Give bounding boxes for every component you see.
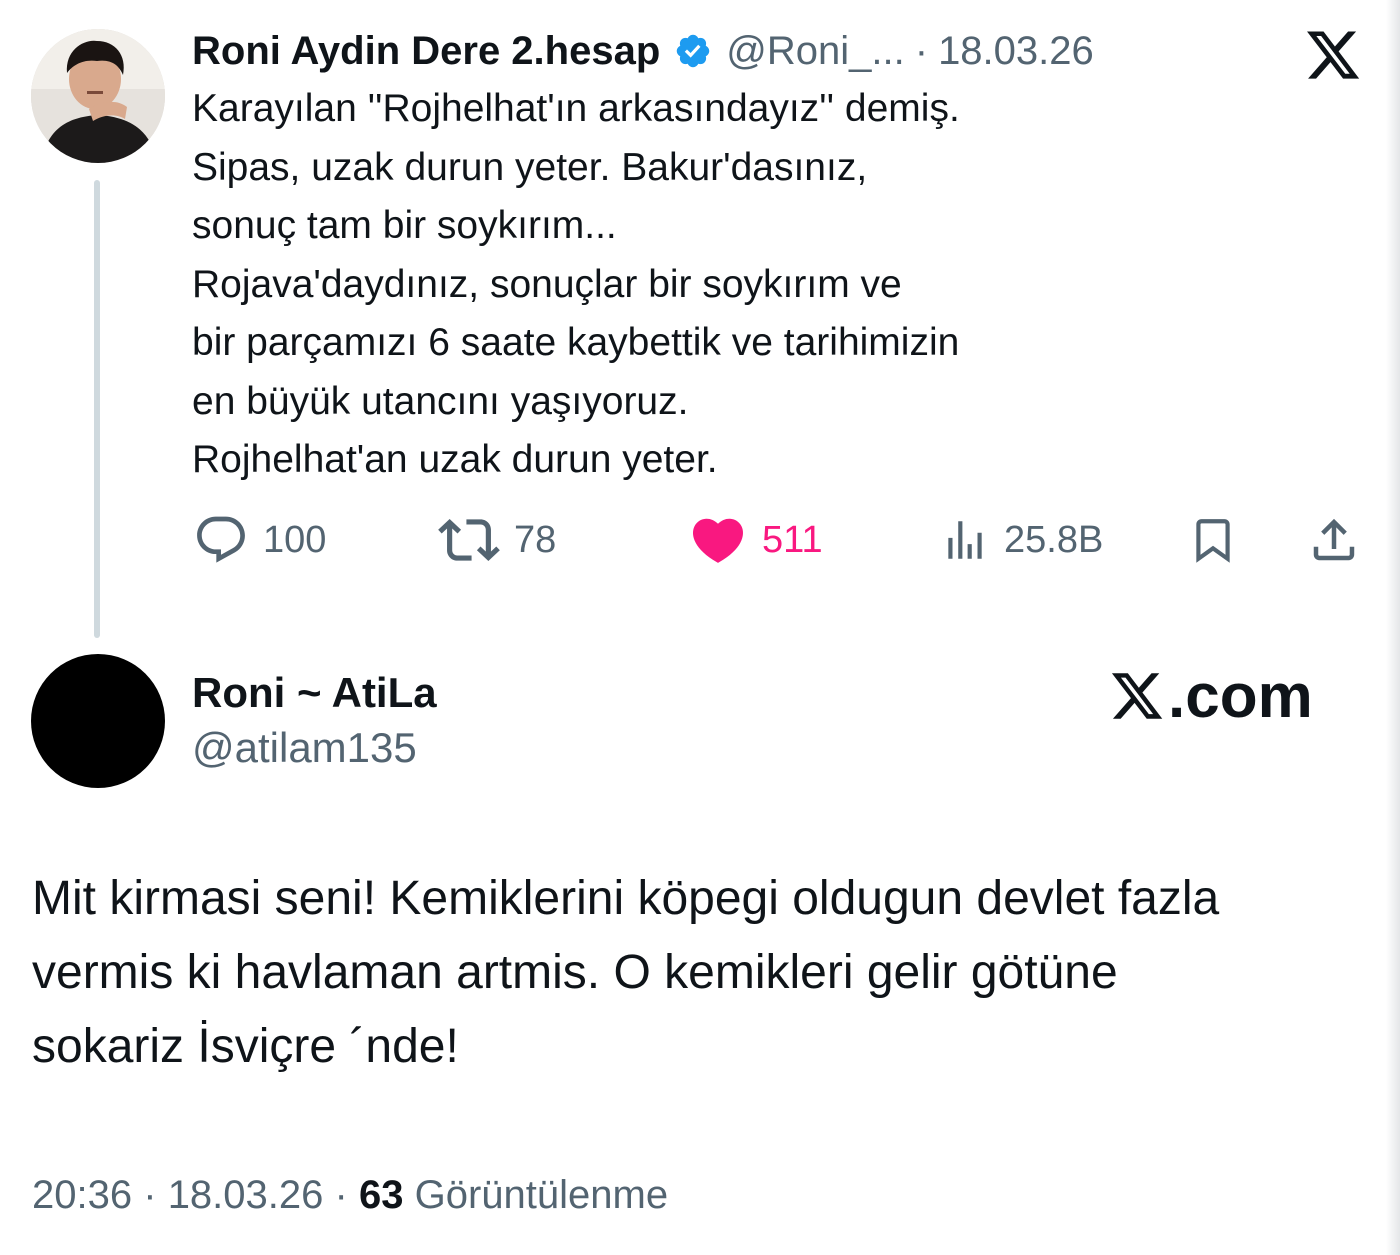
quoted-body-line: Karayılan ''Rojhelhat'ın arkasındayız'' … (192, 87, 960, 130)
reply-author-name[interactable]: Roni ~ AtiLa (192, 667, 437, 719)
retweet-icon (438, 519, 500, 561)
reply-date[interactable]: 18.03.26 (168, 1173, 324, 1217)
reply-author-handle[interactable]: @atilam135 (192, 722, 417, 774)
footer-separator: · (143, 1173, 157, 1217)
footer-separator: · (334, 1173, 348, 1217)
quoted-tweet-date[interactable]: 18.03.26 (938, 26, 1094, 76)
x-com-branding: .com (1108, 660, 1313, 732)
quoted-body-line: sonuç tam bir soykırım... (192, 204, 617, 247)
share-button[interactable] (1307, 510, 1361, 570)
quoted-tweet-action-bar: 100 78 511 25.8B (0, 510, 1400, 570)
views-count: 25.8B (1004, 518, 1104, 561)
quoted-body-line: Sipas, uzak durun yeter. Bakur'dasınız, (192, 145, 868, 189)
quoted-author-avatar[interactable] (31, 29, 165, 163)
quoted-tweet-body: Karayılan ''Rojhelhat'ın arkasındayız'' … (192, 80, 1292, 490)
reply-time[interactable]: 20:36 (32, 1173, 132, 1217)
verified-badge-icon (677, 34, 710, 68)
quoted-body-line: Rojhelhat'an uzak durun yeter. (192, 438, 718, 481)
quoted-author-handle[interactable]: @Roni_... (726, 26, 904, 76)
reply-tweet-footer: 20:36 · 18.03.26 · 63 Görüntülenme (32, 1168, 668, 1222)
page-edge-shadow (1386, 0, 1400, 1255)
reply-body-line: Mit kirmasi seni! Kemiklerini köpegi old… (32, 872, 1220, 925)
x-com-text: .com (1168, 661, 1313, 731)
views-button[interactable]: 25.8B (940, 510, 1103, 570)
views-chart-icon (948, 521, 982, 559)
heart-filled-icon (692, 518, 744, 563)
quoted-body-line: Rojava'daydınız, sonuçlar bir soykırım v… (192, 262, 902, 306)
quoted-body-line: en büyük utancını yaşıyoruz. (192, 379, 689, 423)
reply-button[interactable]: 100 (193, 510, 326, 570)
quoted-body-line: bir parçamızı 6 saate kaybettik ve tarih… (192, 321, 960, 364)
share-icon (1313, 518, 1355, 561)
x-logo-icon[interactable] (1303, 26, 1363, 84)
reply-body-line: vermis ki havlaman artmis. O kemikleri g… (32, 946, 1118, 999)
bookmark-button[interactable] (1188, 510, 1238, 570)
retweet-count: 78 (514, 518, 557, 561)
reply-icon (197, 516, 245, 563)
reply-count: 100 (263, 518, 327, 561)
reply-author-avatar[interactable] (31, 654, 165, 788)
header-separator: · (914, 29, 929, 73)
like-count: 511 (762, 518, 823, 561)
quoted-author-name[interactable]: Roni Aydin Dere 2.hesap (192, 26, 660, 76)
x-logo-icon (1111, 673, 1163, 719)
reply-body-line: sokariz İsviçre ´nde! (32, 1020, 459, 1073)
like-button[interactable]: 511 (688, 510, 823, 570)
reply-views-label: Görüntülenme (414, 1173, 669, 1217)
reply-tweet-body: Mit kirmasi seni! Kemiklerini köpegi old… (32, 862, 1362, 1084)
quoted-tweet-header: Roni Aydin Dere 2.hesap @Roni_... · 18.0… (192, 26, 1094, 76)
bookmark-icon (1196, 519, 1230, 563)
retweet-button[interactable]: 78 (438, 510, 556, 570)
reply-views-count: 63 (358, 1173, 404, 1217)
